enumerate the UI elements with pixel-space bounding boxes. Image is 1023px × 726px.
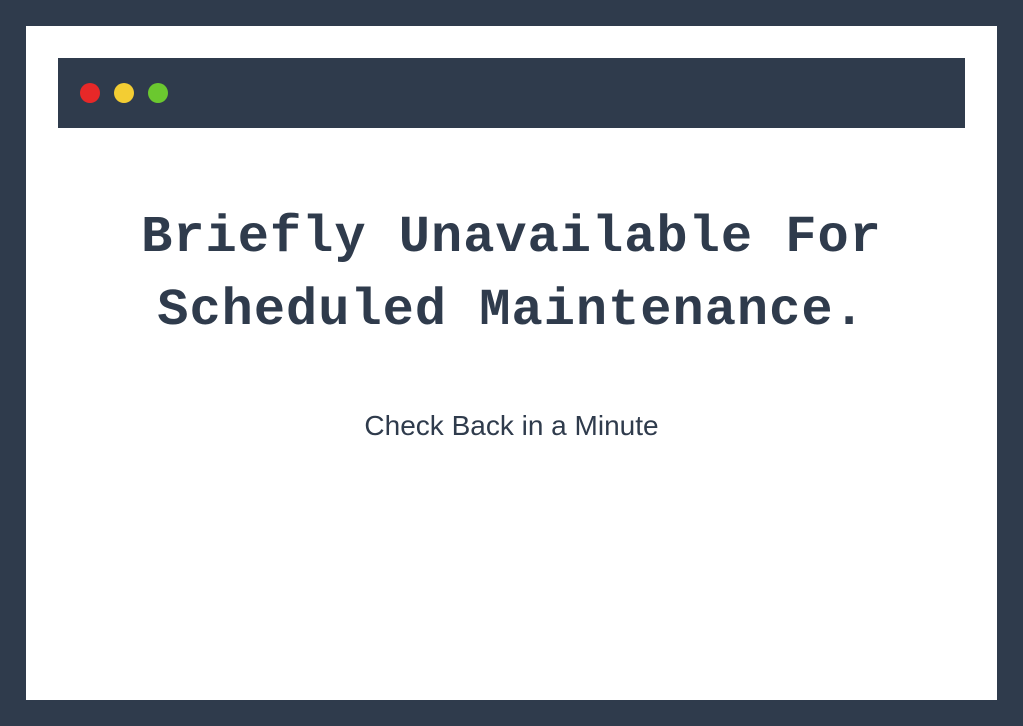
heading-line-1: Briefly Unavailable For <box>58 202 965 275</box>
maintenance-heading: Briefly Unavailable For Scheduled Mainte… <box>58 202 965 348</box>
browser-window: Briefly Unavailable For Scheduled Mainte… <box>26 26 997 700</box>
minimize-icon[interactable] <box>114 83 134 103</box>
maintenance-message: Briefly Unavailable For Scheduled Mainte… <box>58 128 965 442</box>
close-icon[interactable] <box>80 83 100 103</box>
window-titlebar <box>58 58 965 128</box>
heading-line-2: Scheduled Maintenance. <box>58 275 965 348</box>
maximize-icon[interactable] <box>148 83 168 103</box>
maintenance-subtext: Check Back in a Minute <box>58 410 965 442</box>
